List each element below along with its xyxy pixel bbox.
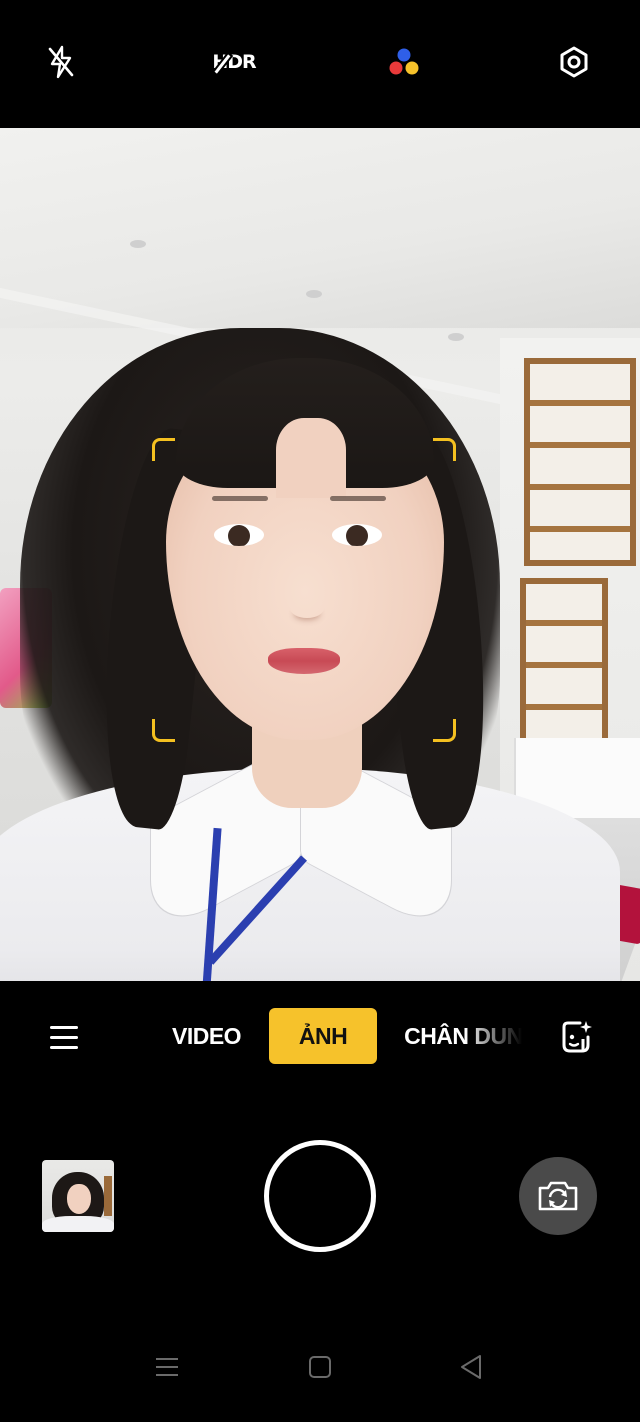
recent-apps-button[interactable] — [145, 1345, 189, 1389]
home-button[interactable] — [298, 1345, 342, 1389]
color-filter-icon — [389, 48, 419, 75]
flash-toggle-button[interactable] — [35, 36, 87, 88]
ceiling-light — [306, 290, 322, 298]
background-shelf — [524, 358, 636, 566]
home-icon — [309, 1356, 331, 1378]
camera-viewfinder[interactable] — [0, 128, 640, 981]
thumbnail-shelf — [104, 1176, 112, 1216]
ceiling-light — [130, 240, 146, 248]
focus-corner — [433, 438, 456, 461]
thumbnail-face — [67, 1184, 91, 1214]
hamburger-menu-icon — [50, 1025, 78, 1029]
settings-button[interactable] — [548, 36, 600, 88]
shutter-button[interactable] — [264, 1140, 376, 1252]
mode-video[interactable]: VIDEO — [172, 1023, 242, 1050]
mode-bar: VIDEO ẢNH CHÂN DUNG — [0, 981, 640, 1093]
thumbnail-shirt — [42, 1216, 114, 1232]
focus-corner — [433, 719, 456, 742]
back-button[interactable] — [449, 1345, 493, 1389]
flash-off-icon — [48, 45, 74, 79]
color-filter-button[interactable] — [378, 36, 430, 88]
hamburger-menu-icon — [50, 1045, 78, 1049]
beauty-mode-button[interactable] — [556, 1017, 596, 1057]
mode-portrait[interactable]: CHÂN DUNG — [404, 1023, 522, 1050]
hdr-toggle-button[interactable]: HDR — [208, 36, 260, 88]
switch-camera-icon — [538, 1181, 578, 1211]
system-navigation-bar — [0, 1313, 640, 1422]
focus-corner — [152, 438, 175, 461]
hdr-off-icon: HDR — [212, 51, 256, 73]
mode-selector[interactable]: VIDEO ẢNH CHÂN DUNG — [140, 1008, 522, 1064]
more-modes-button[interactable] — [40, 1017, 88, 1057]
settings-icon — [560, 46, 588, 78]
focus-corner — [152, 719, 175, 742]
face-focus-frame — [152, 438, 456, 742]
camera-top-bar: HDR — [0, 0, 640, 128]
recent-apps-icon — [156, 1358, 178, 1376]
switch-camera-button[interactable] — [519, 1157, 597, 1235]
ceiling-light — [448, 333, 464, 341]
back-icon — [461, 1355, 481, 1379]
mode-photo[interactable]: ẢNH — [269, 1008, 378, 1064]
hamburger-menu-icon — [50, 1035, 78, 1039]
last-photo-thumbnail[interactable] — [42, 1160, 114, 1232]
beauty-face-icon — [562, 1021, 592, 1053]
capture-controls — [0, 1093, 640, 1313]
